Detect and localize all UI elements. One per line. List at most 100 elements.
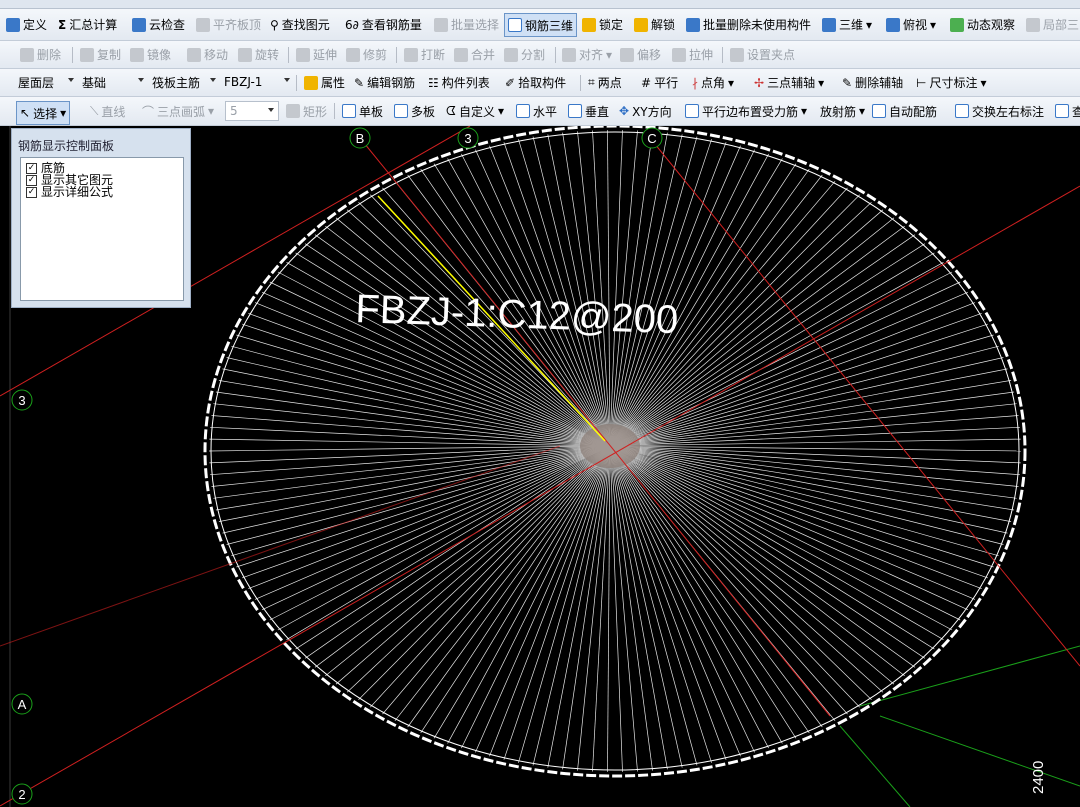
trim-button[interactable]: 修剪 [346,41,387,68]
two-points-icon: ⌗ [588,75,595,89]
set-grip-button[interactable]: 设置夹点 [730,41,795,68]
axis-label-3-top: 3 [464,131,471,146]
mirror-icon [130,47,144,62]
properties-button[interactable]: 属性 [304,69,345,96]
offset-button[interactable]: 偏移 [620,41,661,68]
custom-dropdown[interactable]: ᗧ 自定义 ▾ [446,97,504,125]
component-type-select[interactable]: 筏板主筋 [148,72,220,92]
axis-marker-3-left[interactable]: 3 [11,389,33,411]
extend-icon [296,47,310,62]
cloud-check-button[interactable]: 云检查 [132,9,185,40]
local-3d-icon [1026,17,1040,32]
cube-icon [822,17,836,32]
component-list-button[interactable]: ☷ 构件列表 [428,69,490,96]
component-name-select[interactable]: FBZJ-1 [220,72,294,92]
top-view-dropdown[interactable]: 俯视 ▾ [886,9,936,40]
chevron-down-icon [268,108,274,112]
multi-board-button[interactable]: 多板 [394,97,435,125]
chevron-down-icon: ▾ [497,104,505,118]
delete-button[interactable]: 删除 [20,41,61,68]
edit-rebar-button[interactable]: ✎ 编辑钢筋 [354,69,415,96]
vertical-button[interactable]: 垂直 [568,97,609,125]
point-angle-dropdown[interactable]: ∤ 点角 ▾ [692,69,734,96]
unlock-button[interactable]: 解锁 [634,9,675,40]
pick-component-button[interactable]: ✐ 拾取构件 [505,69,566,96]
arc-value-select[interactable]: 5 [225,101,279,121]
axis-marker-A[interactable]: A [11,693,33,715]
three-point-axis-icon: ✢ [754,75,765,90]
chevron-down-icon: ▾ [60,106,67,120]
checkbox-show-detailed-formula[interactable]: ✓ 显示详细公式 [26,186,113,198]
parallel-edge-rebar-dropdown[interactable]: 平行边布置受力筋 ▾ [685,97,807,125]
merge-button[interactable]: 合并 [454,41,495,68]
move-button[interactable]: 移动 [187,41,228,68]
radial-rebar-dropdown[interactable]: 放射筋 ▾ [820,97,865,125]
properties-icon [304,75,318,90]
copy-button[interactable]: 复制 [80,41,121,68]
swap-labels-button[interactable]: 交换左右标注 [955,97,1044,125]
axis-marker-B[interactable]: B [349,127,371,149]
horizontal-button[interactable]: 水平 [516,97,557,125]
split-button[interactable]: 分割 [504,41,545,68]
view-rebar-qty-button[interactable]: 6∂ 查看钢筋量 [345,9,422,40]
two-points-button[interactable]: ⌗ 两点 [588,69,622,96]
local-3d-button[interactable]: 局部三 [1026,9,1079,40]
stretch-button[interactable]: 拉伸 [672,41,713,68]
break-button[interactable]: 打断 [404,41,445,68]
mirror-button[interactable]: 镜像 [130,41,171,68]
lock-icon [582,17,596,32]
auto-rebar-button[interactable]: 自动配筋 [872,97,937,125]
list-icon: ☷ [428,75,439,90]
find-element-button[interactable]: ⚲ 查找图元 [270,9,330,40]
check-button[interactable]: 查 [1055,97,1080,125]
parallel-edge-icon [685,104,699,118]
rebar-3d-button[interactable]: 钢筋三维 [504,13,578,37]
axis-marker-3-top[interactable]: 3 [457,127,479,149]
flush-top-button[interactable]: 平齐板顶 [196,9,261,40]
delete-aux-axis-button[interactable]: ✎ 删除辅轴 [842,69,903,96]
dynamic-view-button[interactable]: 动态观察 [950,9,1015,40]
select-dropdown[interactable]: ↖ 选择 ▾ [16,101,71,125]
separator [72,47,73,63]
dimension-icon: ⊢ [916,75,927,90]
define-button[interactable]: 定义 [6,9,47,40]
rectangle-button[interactable]: 矩形 [286,97,327,125]
axis-label-3-left: 3 [18,393,25,408]
extend-button[interactable]: 延伸 [296,41,337,68]
offset-icon [620,47,634,62]
component-toolbar: 屋面层 基础 筏板主筋 FBZJ-1 属性 ✎ 编辑钢筋 ☷ 构件列表 ✐ 拾取构件 … [0,69,1080,97]
lock-button[interactable]: 锁定 [582,9,623,40]
axis-marker-C[interactable]: C [641,127,663,149]
sigma-icon: Σ [58,17,67,32]
pencil-icon: ✎ [354,75,365,90]
merge-icon [454,47,468,62]
sum-calc-button[interactable]: Σ 汇总计算 [58,9,117,40]
three-point-axis-dropdown[interactable]: ✢ 三点辅轴 ▾ [754,69,824,96]
view-3d-dropdown[interactable]: 三维 ▾ [822,9,872,40]
parallel-button[interactable]: # 平行 [641,69,678,96]
batch-select-button[interactable]: 批量选择 [434,9,499,40]
rotate-button[interactable]: 旋转 [238,41,279,68]
line-button[interactable]: ⟍ 直线 [90,97,125,125]
point-angle-icon: ∤ [692,75,698,90]
align-dropdown[interactable]: 对齐 ▾ [562,41,612,68]
floor-select[interactable]: 屋面层 [14,72,78,92]
axis-marker-2[interactable]: 2 [11,783,33,805]
batch-delete-unused-button[interactable]: 批量删除未使用构件 [686,9,811,40]
separator [555,47,556,63]
single-board-button[interactable]: 单板 [342,97,383,125]
three-point-arc-dropdown[interactable]: ⌒ 三点画弧 ▾ [142,97,214,125]
chevron-down-icon [138,78,144,82]
chevron-down-icon [210,78,216,82]
split-icon [504,47,518,62]
draw-toolbar: ↖ 选择 ▾ ⟍ 直线 ⌒ 三点画弧 ▾ 5 矩形 单板 多板 ᗧ 自定义 ▾ 水平 垂直 ✥… [0,97,1080,126]
chevron-down-icon: ▾ [859,104,866,118]
dimension-dropdown[interactable]: ⊢ 尺寸标注 ▾ [916,69,987,96]
xy-direction-button[interactable]: ✥ XY方向 [619,97,672,125]
checkbox-checked-icon: ✓ [26,174,37,186]
parallel-icon: # [641,75,652,90]
define-icon [6,17,20,32]
category-select[interactable]: 基础 [78,72,148,92]
chevron-down-icon: ▾ [818,75,825,90]
align-icon [562,47,576,62]
